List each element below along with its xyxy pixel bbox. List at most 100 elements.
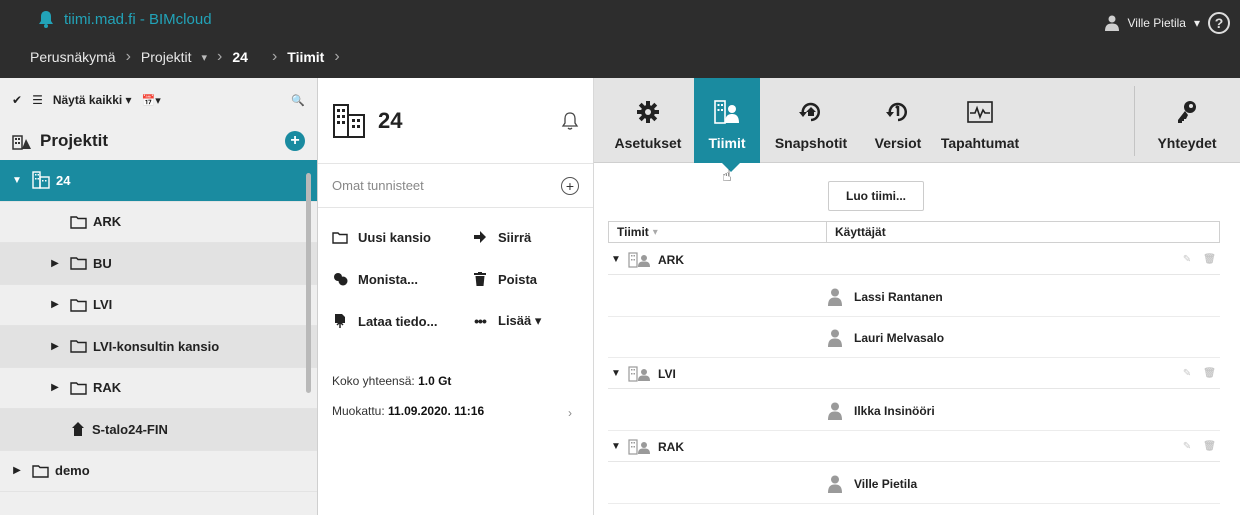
trash-icon[interactable]: 🗑 [1203, 368, 1216, 379]
calendar-filter-icon[interactable]: 📅▾ [142, 94, 161, 107]
create-team-button[interactable]: Luo tiimi... [828, 181, 924, 211]
more-button[interactable]: ••• Lisää ▾ [472, 300, 582, 342]
breadcrumb-projects[interactable]: Projektit [141, 49, 192, 65]
expanded-caret-icon[interactable]: ▼ [608, 441, 624, 452]
more-label: Lisää ▾ [498, 313, 542, 328]
move-label: Siirrä [498, 229, 532, 245]
tab-versions[interactable]: Versiot [862, 78, 934, 163]
team-member-name: Ilkka Insinööri [854, 403, 935, 418]
tree-toolbar: ✔ ☰ Näytä kaikki ▾ 📅▾ 🔍 [0, 78, 317, 122]
tab-snapshots[interactable]: Snapshotit [766, 78, 856, 163]
team-row[interactable]: ▼ ARK ✎ 🗑 [608, 245, 1220, 275]
collapsed-caret-icon[interactable]: ▶ [48, 382, 62, 393]
breadcrumb-projects-dropdown-icon[interactable]: ▾ [202, 51, 208, 64]
folder-icon [332, 231, 348, 244]
tree-item[interactable]: S-talo24-FIN [0, 409, 317, 451]
duplicate-button[interactable]: Monista... [332, 258, 472, 300]
project-number: 24 [378, 107, 403, 133]
action-grid: Uusi kansio Siirrä Monista... Poista Lat… [318, 208, 593, 342]
team-member-row[interactable]: Lassi Rantanen [608, 277, 1220, 317]
hand-cursor-icon: ☝ [722, 168, 732, 185]
tags-placeholder[interactable]: Omat tunnisteet [332, 178, 561, 193]
top-bar: tiimi.mad.fi - BIMcloud Ville Pietila ▾ … [0, 0, 1240, 78]
check-icon[interactable]: ✔ [12, 93, 22, 107]
building-icon [333, 103, 365, 138]
team-row[interactable]: ▼ RAK ✎ 🗑 [608, 432, 1220, 462]
tab-connections[interactable]: Yhteydet [1146, 78, 1228, 163]
team-icon [628, 438, 652, 455]
edit-icon[interactable]: ✎ [1183, 368, 1191, 379]
edit-icon[interactable]: ✎ [1183, 441, 1191, 452]
column-teams[interactable]: Tiimit ▾ [609, 222, 827, 242]
search-icon[interactable]: 🔍 [291, 94, 305, 107]
tree-item[interactable]: ▶ demo [0, 451, 317, 492]
team-member-row[interactable]: Ilkka Insinööri [608, 391, 1220, 431]
team-name: LVI [658, 366, 676, 381]
breadcrumb-teams: Tiimit [287, 49, 325, 65]
expanded-caret-icon[interactable]: ▼ [10, 175, 24, 186]
add-project-button[interactable]: + [285, 131, 305, 151]
project-tree: ▼ 24 ARK ▶ BU ▶ LVI ▶ LVI-konsultin kansio ▶ RAK S-… [0, 160, 317, 492]
duplicate-icon [332, 272, 348, 286]
tab-settings[interactable]: Asetukset [604, 78, 692, 163]
bell-icon [39, 11, 53, 28]
user-avatar-icon [828, 288, 842, 306]
breadcrumb-project-24[interactable]: 24 [232, 49, 248, 65]
tree-item[interactable]: ARK [0, 202, 317, 243]
breadcrumb-home[interactable]: Perusnäkymä [30, 49, 116, 65]
tab-events[interactable]: Tapahtumat [932, 78, 1028, 163]
move-button[interactable]: Siirrä [472, 216, 582, 258]
delete-button[interactable]: Poista [472, 258, 582, 300]
app-brand[interactable]: tiimi.mad.fi - BIMcloud [38, 10, 212, 28]
tree-item[interactable]: ▶ LVI-konsultin kansio [0, 326, 317, 368]
tree-item[interactable]: ▶ LVI [0, 285, 317, 326]
folder-icon [32, 464, 49, 478]
show-all-filter[interactable]: Näytä kaikki ▾ [53, 93, 132, 107]
new-folder-button[interactable]: Uusi kansio [332, 216, 472, 258]
tree-item-label: LVI [93, 297, 113, 313]
total-size-label: Koko yhteensä: [332, 374, 415, 388]
breadcrumb: Perusnäkymä › Projektit ▾ › 24 › Tiimit … [30, 48, 340, 66]
folder-icon [70, 381, 87, 395]
tab-settings-label: Asetukset [614, 135, 682, 151]
tree-item-label: S-talo24-FIN [92, 421, 168, 437]
tree-item[interactable]: ▶ RAK [0, 368, 317, 409]
trash-icon[interactable]: 🗑 [1203, 441, 1216, 452]
trash-icon[interactable]: 🗑 [1203, 254, 1216, 265]
collapsed-caret-icon[interactable]: ▶ [10, 465, 24, 476]
notification-bell-icon[interactable] [561, 111, 579, 131]
team-member-name: Ville Pietila [854, 476, 918, 491]
team-row-actions: ✎ 🗑 [1183, 368, 1220, 379]
modified-details-arrow-icon[interactable]: › [568, 406, 572, 420]
tree-scrollbar[interactable] [306, 173, 311, 393]
tab-teams[interactable]: Tiimit [694, 78, 760, 163]
team-member: Ilkka Insinööri [828, 402, 935, 420]
team-icon [628, 251, 652, 268]
team-member-row[interactable]: Lauri Melvasalo [608, 318, 1220, 358]
help-icon[interactable]: ? [1208, 12, 1230, 34]
add-tag-button[interactable]: + [561, 176, 579, 195]
tab-versions-label: Versiot [874, 135, 922, 151]
collapsed-caret-icon[interactable]: ▶ [48, 341, 62, 352]
menu-icon[interactable]: ☰ [32, 93, 43, 107]
collapsed-caret-icon[interactable]: ▶ [48, 299, 62, 310]
user-avatar-icon [828, 329, 842, 347]
tree-item-label: BU [93, 255, 112, 271]
user-name: Ville Pietila [1127, 16, 1186, 30]
teams-table-header: Tiimit ▾ Käyttäjät [608, 221, 1220, 243]
team-icon [714, 99, 740, 125]
tree-item[interactable]: ▶ BU [0, 243, 317, 285]
tree-item-label: ARK [93, 214, 122, 230]
expanded-caret-icon[interactable]: ▼ [608, 368, 624, 379]
edit-icon[interactable]: ✎ [1183, 254, 1191, 265]
team-member-name: Lauri Melvasalo [854, 330, 945, 345]
user-menu[interactable]: Ville Pietila ▾ ? [1105, 12, 1230, 34]
trash-icon [472, 272, 488, 286]
tree-item[interactable]: ▼ 24 [0, 160, 317, 202]
team-row[interactable]: ▼ LVI ✎ 🗑 [608, 359, 1220, 389]
collapsed-caret-icon[interactable]: ▶ [48, 258, 62, 269]
upload-button[interactable]: Lataa tiedo... [332, 300, 472, 342]
team-member-row[interactable]: Ville Pietila [608, 464, 1220, 504]
modified-info: Muokattu: 11.09.2020. 11:16 [332, 404, 484, 418]
expanded-caret-icon[interactable]: ▼ [608, 254, 624, 265]
